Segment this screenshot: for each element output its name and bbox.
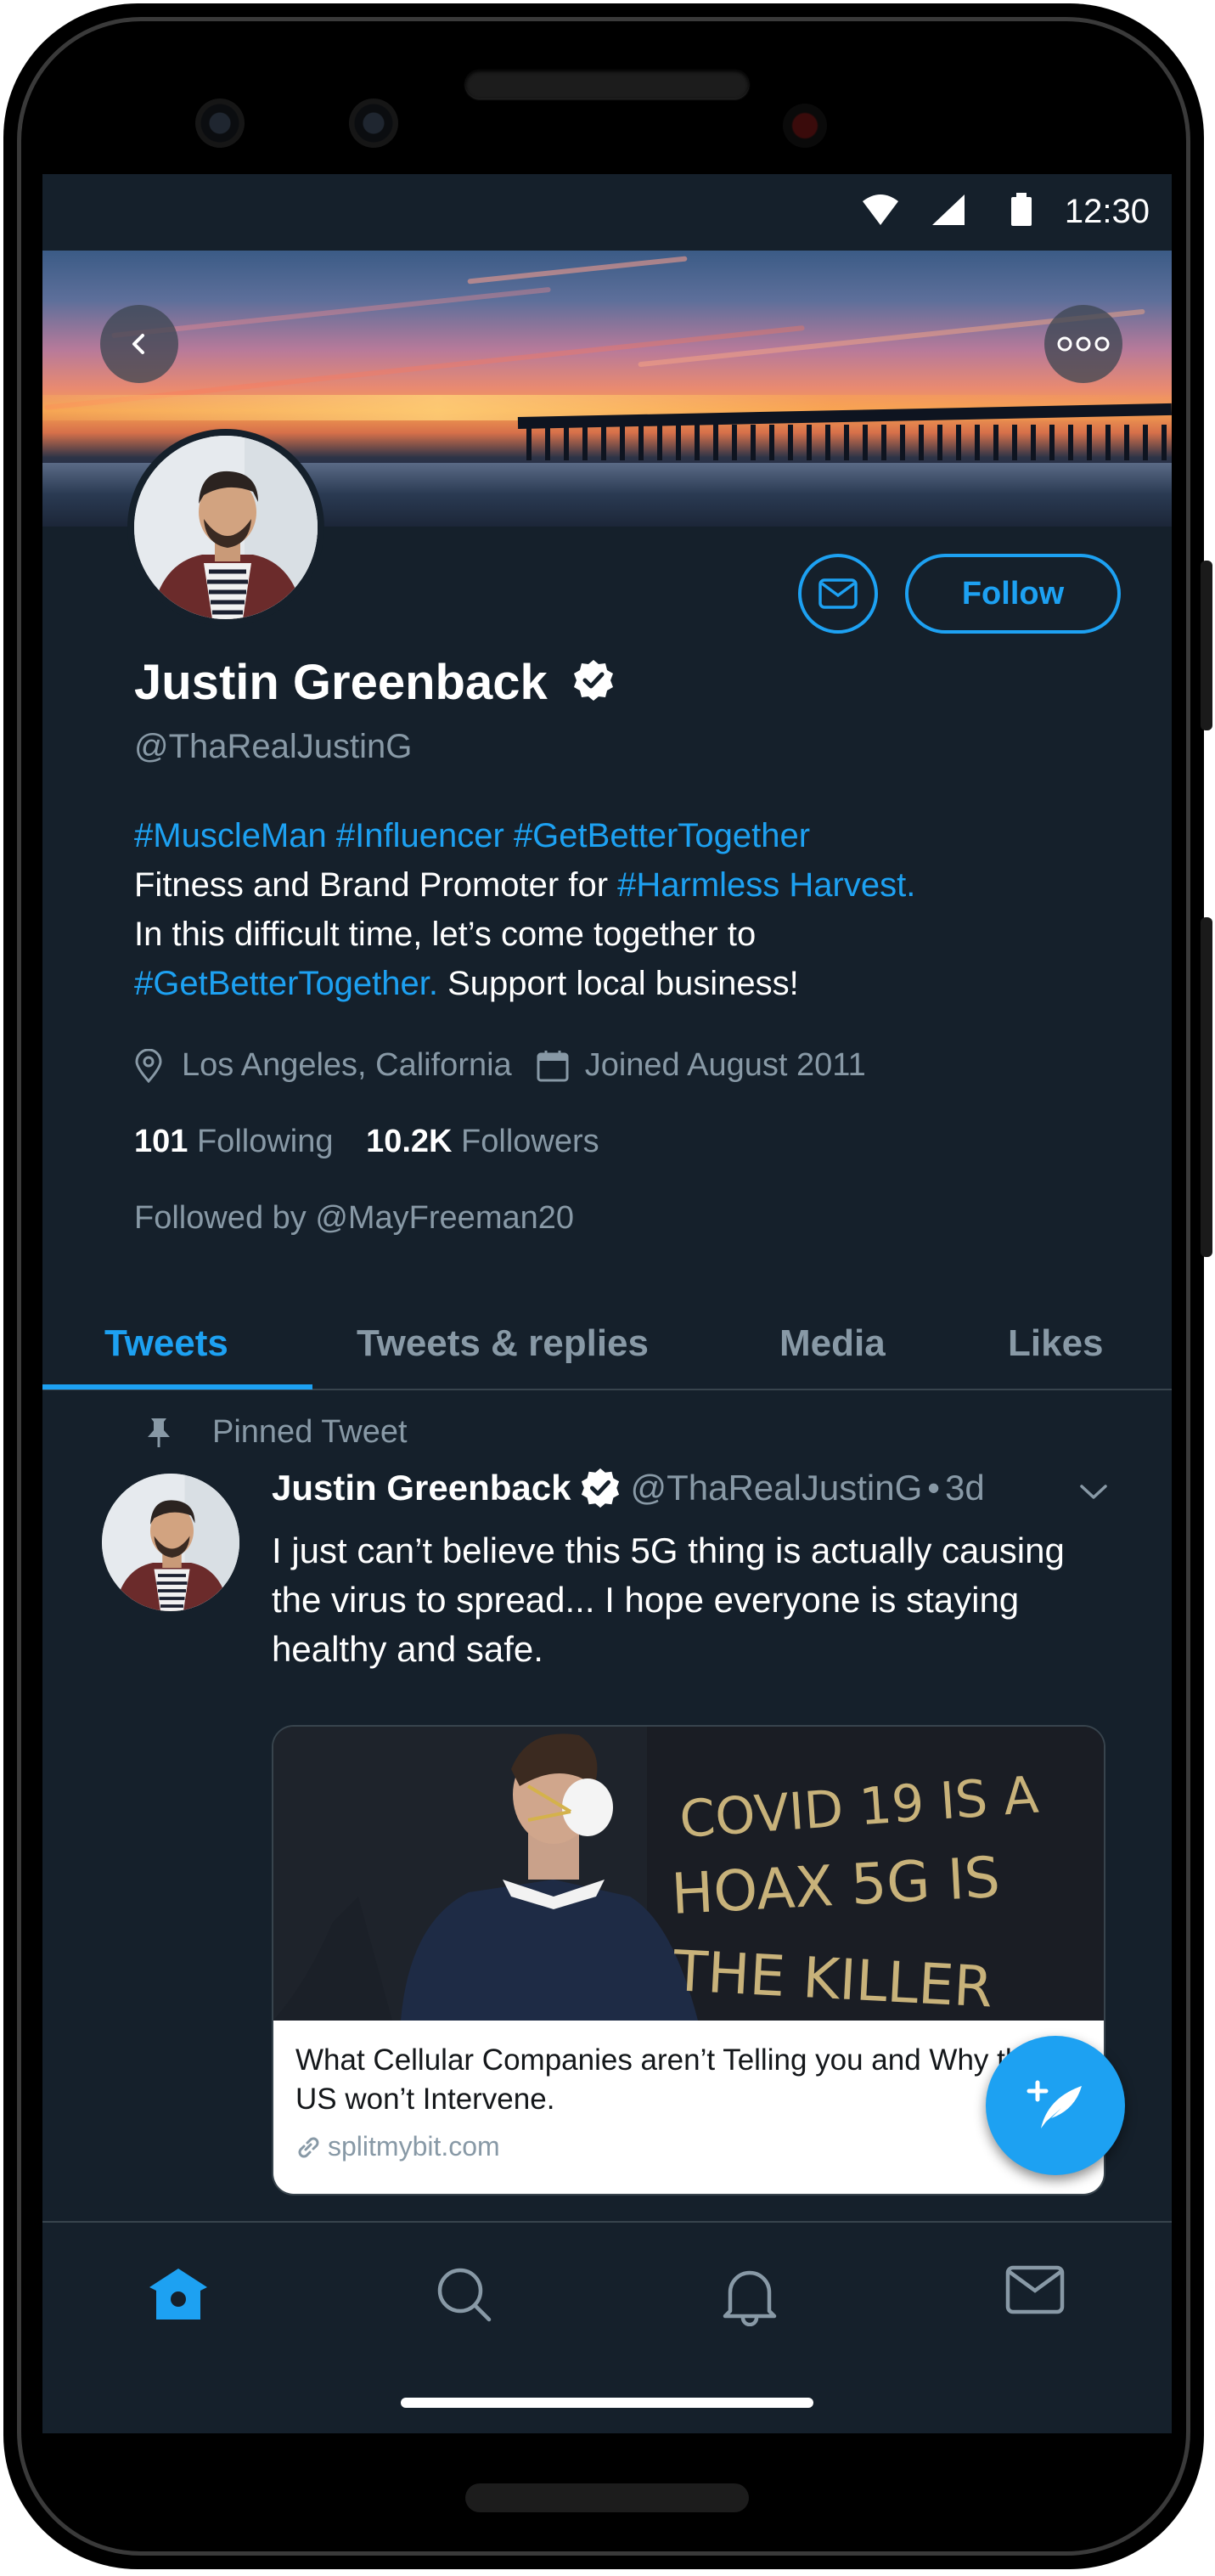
tweet-options-button[interactable]	[1078, 1482, 1109, 1507]
link-icon	[298, 2137, 319, 2157]
battery-icon	[1010, 193, 1032, 231]
tweet-separator: •	[927, 1468, 940, 1508]
hashtag-link[interactable]: #Influencer	[336, 817, 504, 854]
home-icon[interactable]	[146, 2265, 211, 2329]
follow-button[interactable]: Follow	[905, 554, 1121, 634]
bottom-speaker	[465, 2483, 749, 2512]
search-icon[interactable]	[435, 2265, 494, 2329]
profile-location: Los Angeles, California	[182, 1047, 512, 1083]
tweet-author-handle[interactable]: @ThaRealJustinG	[630, 1468, 922, 1508]
tab-media[interactable]: Media	[779, 1322, 886, 1365]
back-button[interactable]	[100, 305, 178, 383]
profile-tabs: Tweets Tweets & replies Media Likes	[42, 1295, 1172, 1390]
tweet-author-avatar[interactable]	[102, 1474, 239, 1611]
app-screen: 12:30 Follow Justin Greenback @ThaRealJu…	[42, 174, 1172, 2433]
cell-signal-icon	[931, 193, 966, 231]
verified-badge-icon	[582, 1468, 620, 1508]
hashtag-link[interactable]: #GetBetterTogether	[514, 817, 810, 854]
compose-feather-icon	[1027, 2080, 1082, 2128]
follow-counts: 101 Following 10.2K Followers	[134, 1124, 599, 1160]
compose-tweet-button[interactable]	[986, 2036, 1125, 2175]
notifications-icon[interactable]	[720, 2265, 779, 2331]
profile-bio: #MuscleMan #Influencer #GetBetterTogethe…	[134, 811, 1119, 1008]
active-tab-indicator	[42, 1384, 312, 1389]
link-card-title: What Cellular Companies aren’t Telling y…	[295, 2043, 1038, 2116]
front-sensor	[349, 99, 398, 148]
profile-name-row: Justin Greenback	[134, 654, 616, 711]
following-link[interactable]: 101 Following	[134, 1124, 334, 1159]
status-bar: 12:30	[42, 174, 1172, 251]
bio-text: Fitness and Brand Promoter for	[134, 866, 618, 904]
profile-joined: Joined August 2011	[584, 1047, 866, 1083]
tab-tweets-replies[interactable]: Tweets & replies	[357, 1322, 649, 1365]
location-pin-icon	[135, 1048, 162, 1083]
calendar-icon	[537, 1050, 569, 1081]
chevron-down-icon	[1080, 1485, 1107, 1499]
profile-handle: @ThaRealJustinG	[134, 728, 413, 765]
pin-icon	[148, 1418, 170, 1447]
profile-name: Justin Greenback	[134, 655, 548, 710]
link-card[interactable]: COVID 19 IS A HOAX 5G IS THE KILLER What…	[272, 1725, 1105, 2196]
tab-tweets[interactable]: Tweets	[104, 1322, 228, 1365]
chevron-left-icon	[132, 334, 144, 354]
message-button[interactable]	[798, 554, 878, 634]
tab-likes[interactable]: Likes	[1008, 1322, 1104, 1365]
hashtag-link[interactable]: #GetBetterTogether.	[134, 965, 438, 1002]
link-card-image: COVID 19 IS A HOAX 5G IS THE KILLER	[273, 1727, 1104, 2021]
bio-text: Support local business!	[438, 965, 799, 1002]
more-button[interactable]	[1044, 305, 1122, 383]
followers-link[interactable]: 10.2K Followers	[366, 1124, 599, 1159]
tweet-text: I just can’t believe this 5G thing is ac…	[272, 1530, 1065, 1669]
power-button	[1201, 917, 1212, 1257]
tweet-header: Justin Greenback @ThaRealJustinG • 3d	[272, 1467, 985, 1509]
more-horizontal-icon	[1057, 336, 1110, 352]
bio-text: In this difficult time, let’s come toget…	[134, 916, 757, 953]
messages-icon[interactable]	[1005, 2265, 1065, 2319]
mail-icon	[818, 578, 858, 609]
tweet-author-name[interactable]: Justin Greenback	[272, 1468, 571, 1508]
hashtag-link[interactable]: #MuscleMan	[134, 817, 327, 854]
tweet-age: 3d	[944, 1468, 985, 1508]
proximity-sensor	[783, 104, 827, 148]
profile-meta: Los Angeles, California Joined August 20…	[134, 1047, 866, 1084]
pinned-label: Pinned Tweet	[148, 1414, 408, 1451]
front-camera	[195, 99, 245, 148]
followed-by[interactable]: Followed by @MayFreeman20	[134, 1200, 574, 1237]
link-card-domain-row: splitmybit.com	[295, 2131, 500, 2162]
profile-avatar[interactable]	[127, 429, 324, 626]
earpiece-speaker	[465, 70, 749, 99]
home-indicator[interactable]	[401, 2398, 813, 2408]
volume-button	[1201, 561, 1212, 730]
verified-badge-icon	[573, 660, 613, 701]
link-card-footer: What Cellular Companies aren’t Telling y…	[273, 2021, 1104, 2194]
hashtag-link[interactable]: #Harmless Harvest.	[617, 866, 915, 904]
link-card-domain: splitmybit.com	[328, 2131, 500, 2162]
wifi-icon	[861, 193, 900, 231]
status-time: 12:30	[1064, 193, 1150, 230]
